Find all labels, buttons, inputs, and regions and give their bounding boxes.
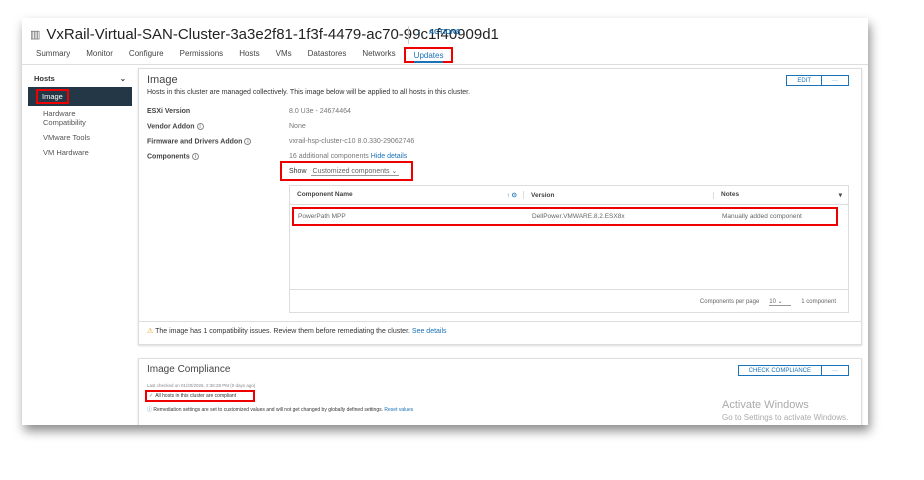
remediation-note: ⓘ Remediation settings are set to custom… xyxy=(147,406,413,413)
per-page-label: Components per page xyxy=(699,298,760,305)
sidebar-item-hardware-compatibility[interactable]: Hardware Compatibility xyxy=(28,106,132,130)
show-label: Show xyxy=(289,167,307,175)
see-details-link[interactable]: See details xyxy=(412,328,447,335)
components-value: 16 additional components Hide details xyxy=(289,153,407,160)
components-table: Component Name ↑ ⊙ Version Notes ▾ PowerPa… xyxy=(289,185,849,313)
tab-updates-label: Updates xyxy=(413,51,444,63)
components-label: Components i xyxy=(147,153,199,160)
firmware-addon-value: vxrail-hsp-cluster-c10 8.0.330-29062746 xyxy=(289,138,415,145)
sidebar-group-hosts[interactable]: Hosts ⌄ xyxy=(28,70,132,87)
table-row[interactable]: PowerPath MPP DellPower.VMWARE.8.2.ESX8x… xyxy=(292,207,838,226)
tab-datastores[interactable]: Datastores xyxy=(300,47,355,63)
activation-watermark-title: Activate Windows xyxy=(722,399,809,411)
actions-label: ACTIONS xyxy=(429,29,461,36)
sidebar: Hosts ⌄ Image Hardware Compatibility VMwa… xyxy=(28,70,132,160)
label-text: Firmware and Drivers Addon xyxy=(147,138,243,146)
tab-configure[interactable]: Configure xyxy=(121,47,172,63)
info-icon[interactable]: i xyxy=(196,123,204,130)
sidebar-group-label: Hosts xyxy=(34,74,55,83)
filter-icon[interactable]: ▾ xyxy=(839,191,842,199)
label-text: Vendor Addon xyxy=(147,123,195,131)
sidebar-item-vm-hardware[interactable]: VM Hardware xyxy=(28,145,132,160)
sidebar-item-vmware-tools[interactable]: VMware Tools xyxy=(28,130,132,145)
tab-hosts[interactable]: Hosts xyxy=(231,47,267,63)
chevron-down-icon: ⌄ xyxy=(391,167,398,175)
tab-vms[interactable]: VMs xyxy=(268,47,300,63)
warning-text: The image has 1 compatibility issues. Re… xyxy=(155,328,410,335)
edit-button[interactable]: EDIT xyxy=(787,76,821,85)
check-circle-icon: ✓ xyxy=(149,393,154,399)
show-select[interactable]: Customized components ⌄ xyxy=(310,167,400,176)
tab-bar: Summary Monitor Configure Permissions Ho… xyxy=(28,47,454,63)
chevron-down-icon: ⌄ xyxy=(119,74,126,83)
cell-version: DellPower.VMWARE.8.2.ESX8x xyxy=(532,213,625,220)
per-page-select[interactable]: 10 ⌄ xyxy=(769,298,792,306)
image-compliance-card: Image Compliance CHECK COMPLIANCE ··· La… xyxy=(138,358,862,425)
tab-monitor[interactable]: Monitor xyxy=(78,47,121,63)
status-text: All hosts in this cluster are compliant xyxy=(155,393,237,399)
vendor-addon-value: None xyxy=(289,123,306,130)
reset-values-link[interactable]: Reset values xyxy=(384,407,413,413)
info-icon[interactable]: i xyxy=(244,138,252,145)
column-component-name[interactable]: Component Name ↑ ⊙ xyxy=(290,191,524,199)
more-button[interactable]: ··· xyxy=(821,76,848,85)
cell-name: PowerPath MPP xyxy=(298,213,346,220)
image-title: Image xyxy=(147,74,178,86)
check-compliance-button[interactable]: CHECK COMPLIANCE xyxy=(739,366,821,375)
divider xyxy=(408,26,409,44)
sidebar-item-label: Image xyxy=(36,89,69,104)
column-label: Notes xyxy=(721,191,740,198)
kebab-icon: ⋮ xyxy=(416,30,423,37)
column-notes[interactable]: Notes ▾ xyxy=(714,191,848,199)
table-header: Component Name ↑ ⊙ Version Notes ▾ xyxy=(290,186,848,205)
info-icon[interactable]: i xyxy=(191,153,199,160)
components-count: 16 additional components xyxy=(289,153,369,160)
per-page-value: 10 xyxy=(769,298,776,305)
image-button-group: EDIT ··· xyxy=(786,75,849,86)
tab-updates[interactable]: Updates xyxy=(403,47,454,63)
info-icon: ⓘ xyxy=(147,407,153,413)
vendor-addon-label: Vendor Addon i xyxy=(147,123,204,130)
compliance-title: Image Compliance xyxy=(147,364,231,375)
column-label: Component Name xyxy=(297,191,353,198)
tab-networks[interactable]: Networks xyxy=(354,47,403,63)
activation-watermark-subtitle: Go to Settings to activate Windows. xyxy=(722,413,849,422)
show-select-value: Customized components xyxy=(312,167,390,175)
compatibility-warning: ⚠ The image has 1 compatibility issues. … xyxy=(139,321,861,340)
hide-details-link[interactable]: Hide details xyxy=(371,153,408,160)
image-description: Hosts in this cluster are managed collec… xyxy=(147,89,471,96)
sidebar-item-image[interactable]: Image xyxy=(28,87,132,106)
table-footer: Components per page 10 ⌄ 1 component xyxy=(290,289,848,313)
firmware-addon-label: Firmware and Drivers Addon i xyxy=(147,138,252,146)
remediation-text: Remediation settings are set to customiz… xyxy=(153,407,383,413)
label-text: Components xyxy=(147,153,190,161)
show-filter: Show Customized components ⌄ xyxy=(280,161,413,181)
esxi-version-label: ESXi Version xyxy=(147,108,191,115)
tab-permissions[interactable]: Permissions xyxy=(172,47,232,63)
esxi-version-value: 8.0 U3e - 24674464 xyxy=(289,108,351,115)
actions-button[interactable]: ⋮ ACTIONS xyxy=(416,29,461,37)
compliance-status: ✓ All hosts in this cluster are compliant xyxy=(145,390,255,402)
tab-summary[interactable]: Summary xyxy=(28,47,78,63)
sort-filter-icons[interactable]: ↑ ⊙ xyxy=(506,191,517,199)
image-card: Image Hosts in this cluster are managed … xyxy=(138,68,862,345)
more-button[interactable]: ··· xyxy=(821,366,848,375)
warning-icon: ⚠ xyxy=(147,328,154,335)
cluster-icon: ▥ xyxy=(30,29,41,41)
cell-notes: Manually added component xyxy=(722,213,802,220)
component-count: 1 component xyxy=(801,298,836,305)
last-checked: Last checked on 01/20/2026, 2:36:28 PM (… xyxy=(147,383,256,388)
divider xyxy=(22,64,868,65)
column-version[interactable]: Version xyxy=(524,191,714,199)
compliance-button-group: CHECK COMPLIANCE ··· xyxy=(737,365,849,376)
vsphere-window: ▥ VxRail-Virtual-SAN-Cluster-3a3e2f81-1f3… xyxy=(22,18,868,425)
